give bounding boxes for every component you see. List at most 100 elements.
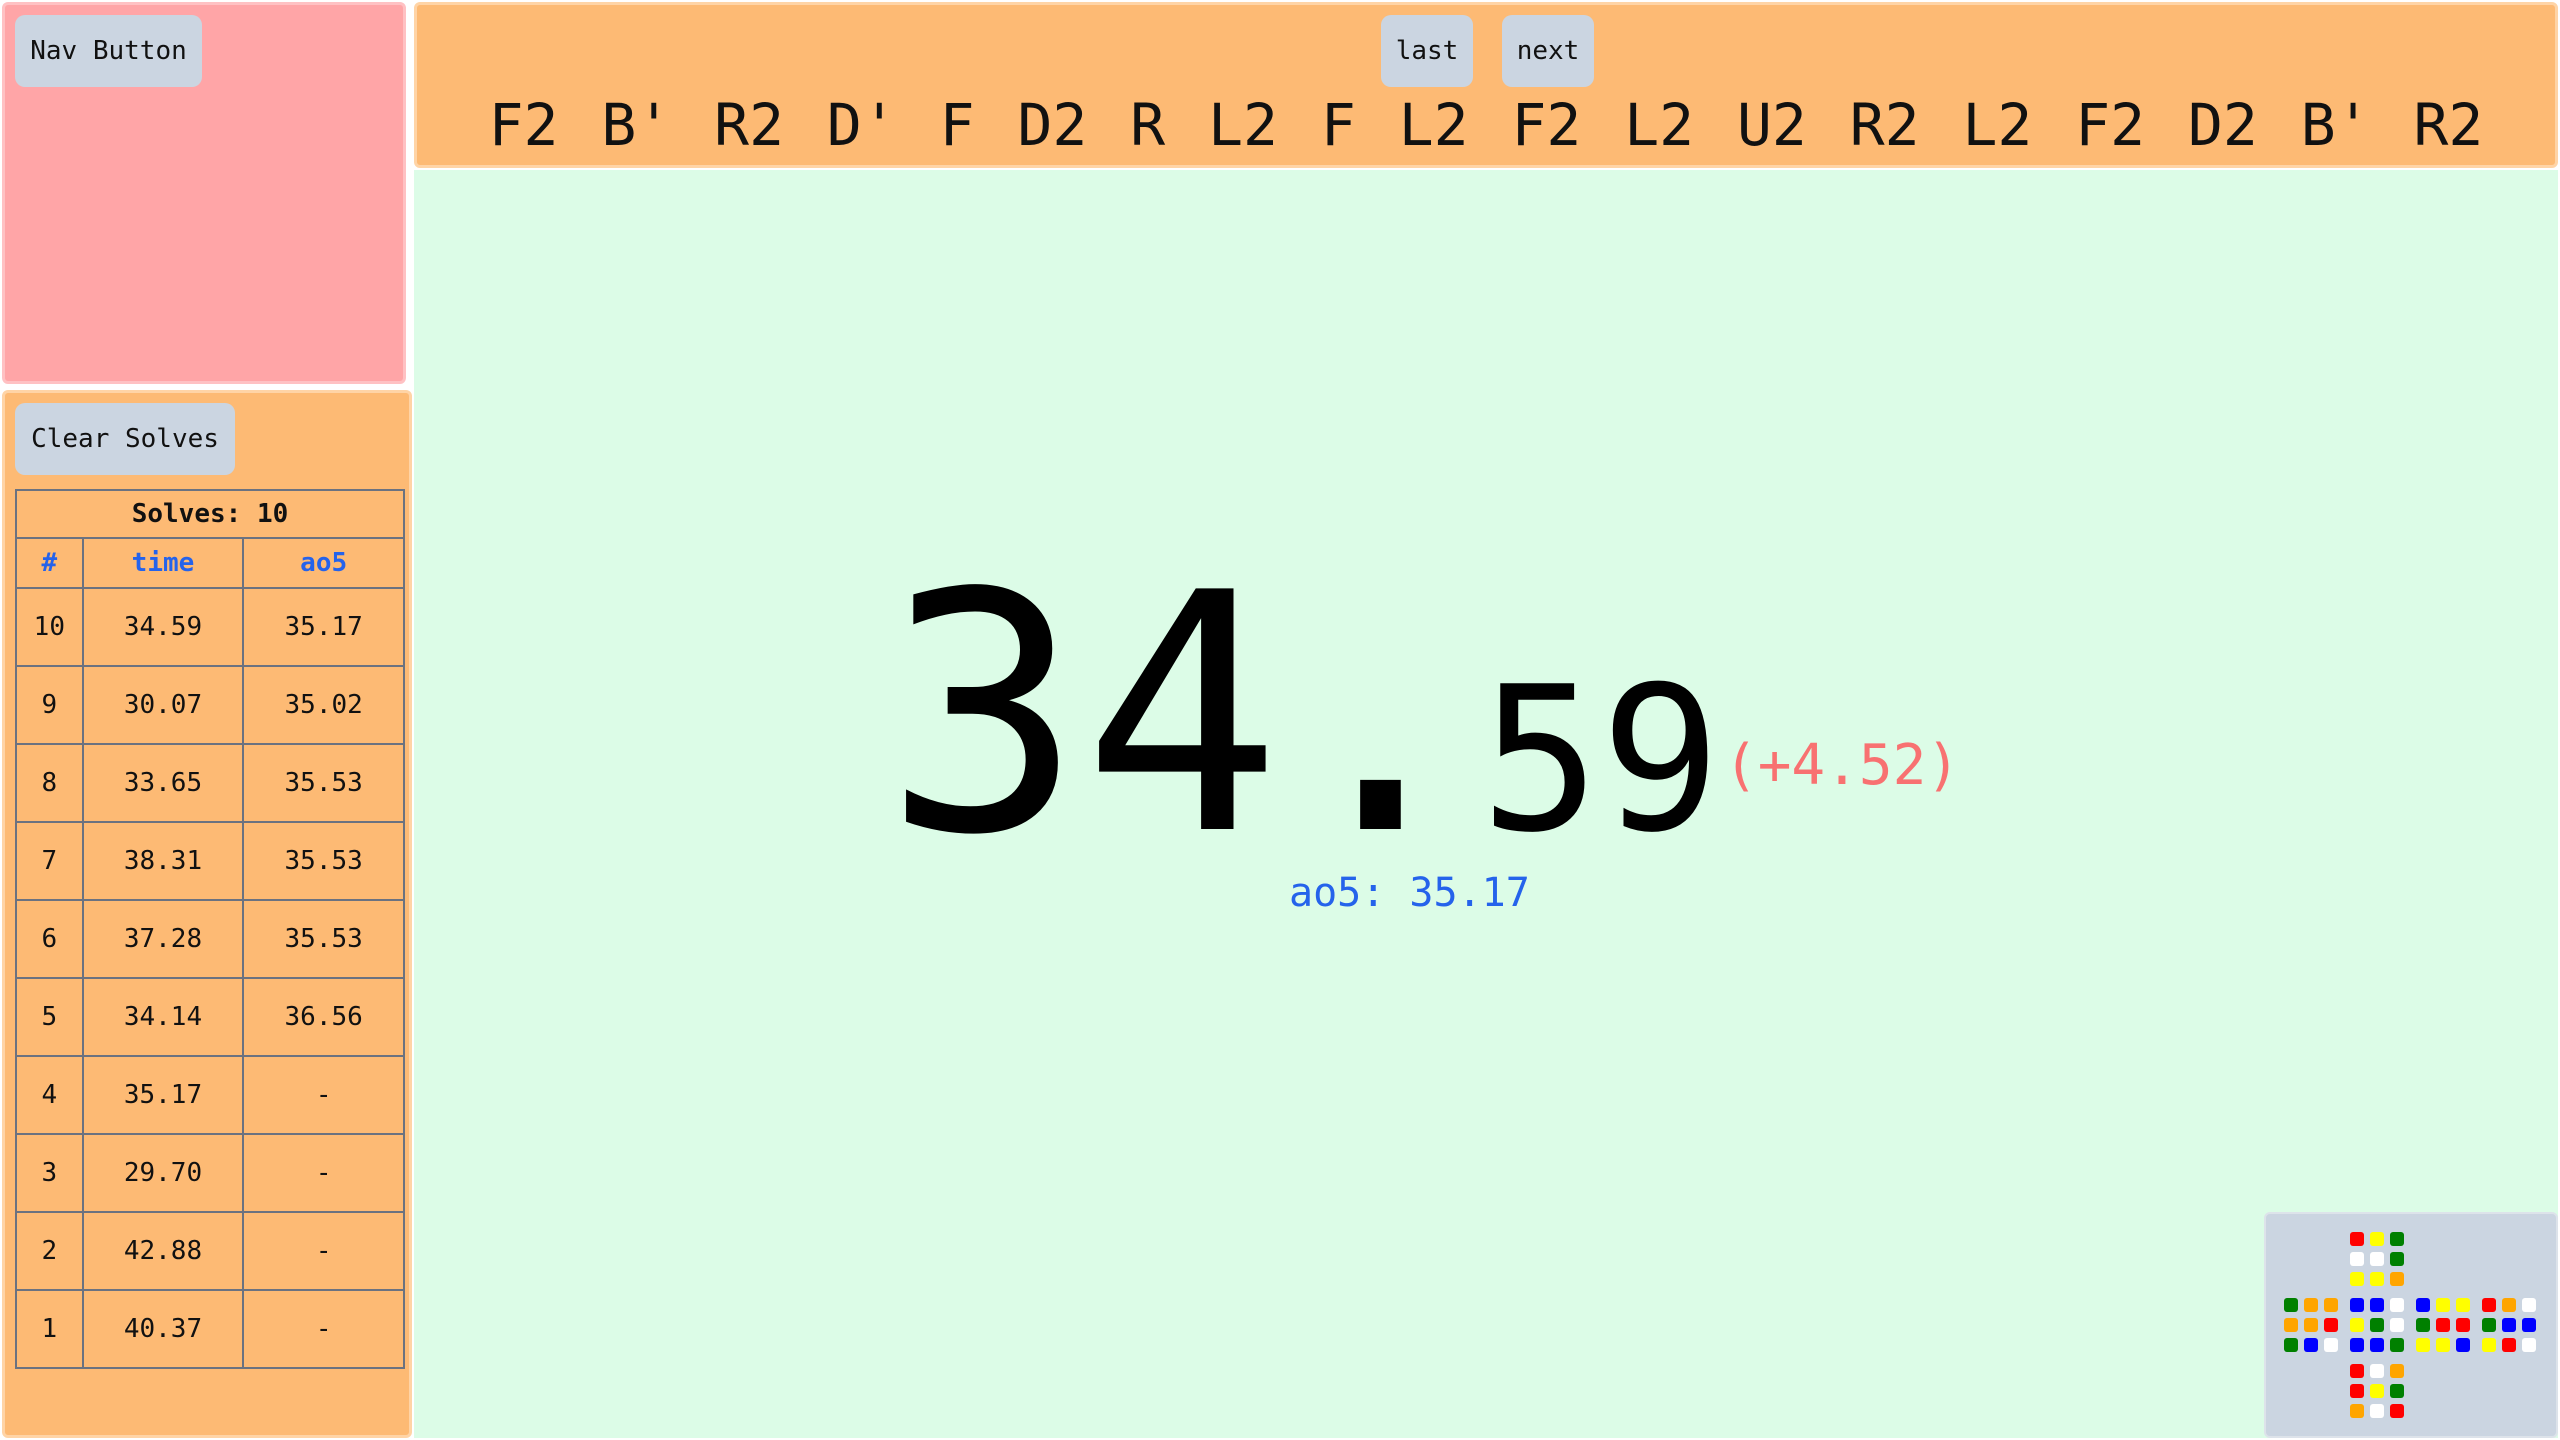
solves-count: Solves: 10	[15, 489, 405, 539]
cube-sticker	[2304, 1318, 2318, 1332]
cube-sticker	[2390, 1272, 2404, 1286]
timer-display: 34.59	[884, 550, 1721, 880]
timer-area[interactable]: 34.59 (+4.52) ao5: 35.17	[414, 170, 2558, 1438]
cube-sticker	[2390, 1318, 2404, 1332]
solve-row[interactable]: 10 34.59 35.17	[15, 587, 405, 667]
cube-sticker	[2324, 1338, 2338, 1352]
cube-sticker	[2482, 1318, 2496, 1332]
solve-number: 8	[15, 743, 84, 823]
solve-ao5: -	[242, 1289, 405, 1369]
cube-sticker	[2502, 1318, 2516, 1332]
solve-ao5: -	[242, 1211, 405, 1291]
solve-row[interactable]: 5 34.14 36.56	[15, 977, 405, 1057]
solve-ao5: 35.53	[242, 743, 405, 823]
solve-number: 10	[15, 587, 84, 667]
solve-number: 7	[15, 821, 84, 901]
cube-sticker	[2390, 1404, 2404, 1418]
solve-ao5: -	[242, 1133, 405, 1213]
cube-face-up	[2350, 1232, 2410, 1292]
time-delta: (+4.52)	[1724, 733, 1961, 798]
cube-sticker	[2390, 1384, 2404, 1398]
nav-button[interactable]: Nav Button	[15, 15, 202, 87]
cube-sticker	[2304, 1298, 2318, 1312]
solve-row[interactable]: 6 37.28 35.53	[15, 899, 405, 979]
cube-sticker	[2456, 1298, 2470, 1312]
cube-sticker	[2370, 1364, 2384, 1378]
solve-row[interactable]: 7 38.31 35.53	[15, 821, 405, 901]
solve-ao5: 35.53	[242, 899, 405, 979]
cube-sticker	[2456, 1318, 2470, 1332]
cube-sticker	[2284, 1338, 2298, 1352]
cube-preview	[2264, 1212, 2558, 1438]
solve-ao5: 35.17	[242, 587, 405, 667]
cube-sticker	[2390, 1252, 2404, 1266]
solve-row[interactable]: 9 30.07 35.02	[15, 665, 405, 745]
cube-sticker	[2522, 1298, 2536, 1312]
last-scramble-button[interactable]: last	[1381, 15, 1473, 87]
cube-sticker	[2350, 1364, 2364, 1378]
next-scramble-button[interactable]: next	[1502, 15, 1594, 87]
solve-ao5: -	[242, 1055, 405, 1135]
solve-row[interactable]: 4 35.17-	[15, 1055, 405, 1135]
solve-time: 35.17	[81, 1055, 245, 1135]
cube-sticker	[2436, 1298, 2450, 1312]
solve-time: 40.37	[81, 1289, 245, 1369]
solve-ao5: 36.56	[242, 977, 405, 1057]
current-ao5: ao5: 35.17	[1289, 870, 1530, 916]
cube-sticker	[2456, 1338, 2470, 1352]
cube-sticker	[2370, 1338, 2384, 1352]
solve-number: 1	[15, 1289, 84, 1369]
cube-sticker	[2350, 1318, 2364, 1332]
solve-number: 2	[15, 1211, 84, 1291]
cube-sticker	[2390, 1364, 2404, 1378]
cube-face-front	[2350, 1298, 2410, 1358]
solve-time: 29.70	[81, 1133, 245, 1213]
cube-face-left	[2284, 1298, 2344, 1358]
timer-decimal-point: .	[1281, 523, 1481, 907]
cube-face-back	[2482, 1298, 2542, 1358]
cube-sticker	[2324, 1298, 2338, 1312]
cube-sticker	[2324, 1318, 2338, 1332]
cube-face-right	[2416, 1298, 2476, 1358]
solve-row[interactable]: 2 42.88-	[15, 1211, 405, 1291]
solve-row[interactable]: 8 33.65 35.53	[15, 743, 405, 823]
solve-number: 5	[15, 977, 84, 1057]
cube-sticker	[2390, 1298, 2404, 1312]
solve-ao5: 35.53	[242, 821, 405, 901]
cube-sticker	[2370, 1404, 2384, 1418]
cube-sticker	[2284, 1318, 2298, 1332]
solves-table: Solves: 10 # time ao5 10 34.59 35.17 9 30.07…	[15, 489, 405, 1369]
solve-time: 33.65	[81, 743, 245, 823]
cube-sticker	[2482, 1298, 2496, 1312]
solve-time: 34.59	[81, 587, 245, 667]
cube-sticker	[2370, 1232, 2384, 1246]
solves-panel: Clear Solves Solves: 10 # time ao5 10 34.…	[2, 390, 412, 1438]
cube-sticker	[2370, 1272, 2384, 1286]
scramble-moves: F2 B' R2 D' F D2 R L2 F L2 F2 L2 U2 R2 L…	[488, 91, 2484, 159]
cube-sticker	[2416, 1298, 2430, 1312]
cube-sticker	[2416, 1318, 2430, 1332]
nav-panel: Nav Button	[2, 2, 406, 384]
cube-sticker	[2436, 1338, 2450, 1352]
timer-seconds: 34	[884, 523, 1282, 907]
solve-time: 30.07	[81, 665, 245, 745]
cube-face-down	[2350, 1364, 2410, 1424]
solve-ao5: 35.02	[242, 665, 405, 745]
solve-number: 3	[15, 1133, 84, 1213]
cube-sticker	[2482, 1338, 2496, 1352]
timer-fraction: 59	[1480, 644, 1721, 877]
cube-sticker	[2350, 1272, 2364, 1286]
solve-time: 34.14	[81, 977, 245, 1057]
solve-number: 9	[15, 665, 84, 745]
column-header-time: time	[81, 537, 245, 589]
solve-row[interactable]: 3 29.70-	[15, 1133, 405, 1213]
scramble-bar: last next F2 B' R2 D' F D2 R L2 F L2 F2 …	[414, 2, 2558, 168]
column-header-number: #	[15, 537, 84, 589]
cube-sticker	[2350, 1384, 2364, 1398]
column-header-ao5: ao5	[242, 537, 405, 589]
cube-sticker	[2390, 1338, 2404, 1352]
solve-row[interactable]: 1 40.37-	[15, 1289, 405, 1369]
cube-sticker	[2350, 1298, 2364, 1312]
clear-solves-button[interactable]: Clear Solves	[15, 403, 235, 475]
cube-sticker	[2370, 1318, 2384, 1332]
